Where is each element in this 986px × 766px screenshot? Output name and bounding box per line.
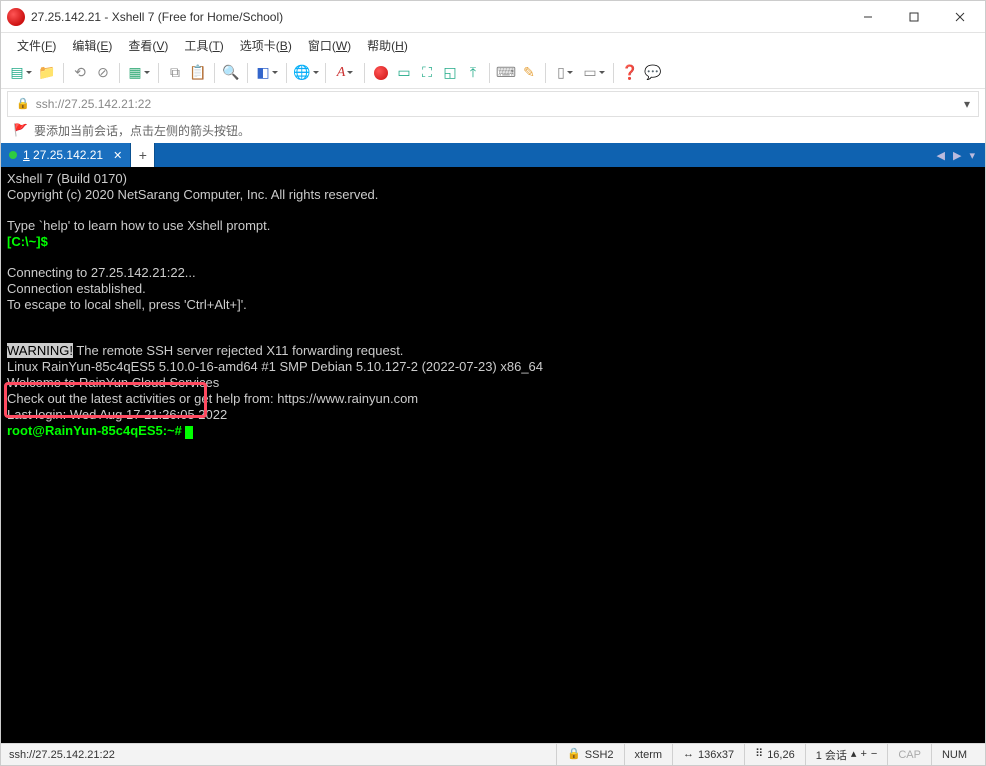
term-line: Linux RainYun-85c4qES5 5.10.0-16-amd64 #… <box>7 359 543 374</box>
term-line: Xshell 7 (Build 0170) <box>7 171 127 186</box>
term-warning: WARNING! <box>7 343 73 358</box>
disconnect-icon[interactable]: ⊘ <box>92 61 114 85</box>
term-remote-prompt: root@RainYun-85c4qES5:~# <box>7 423 185 438</box>
status-size: ↔ 136x37 <box>672 744 744 765</box>
menubar: 文件(F) 编辑(E) 查看(V) 工具(T) 选项卡(B) 窗口(W) 帮助(… <box>1 33 985 57</box>
toolbar-separator <box>489 63 490 83</box>
chat-icon[interactable]: 💬 <box>642 61 664 85</box>
status-term: xterm <box>624 744 673 765</box>
transparent-icon[interactable]: ◱ <box>439 61 461 85</box>
help-icon[interactable]: ❓ <box>619 61 641 85</box>
tile-vertical-icon[interactable]: ▭ <box>580 61 608 85</box>
add-tab-button[interactable]: + <box>131 143 155 167</box>
close-tab-icon[interactable]: ✕ <box>113 149 122 162</box>
tile-horizontal-icon[interactable]: ▯ <box>551 61 579 85</box>
address-bar[interactable]: 🔒 ssh://27.25.142.21:22 ▾ <box>7 91 979 117</box>
menu-help[interactable]: 帮助(H) <box>359 35 416 56</box>
hint-bar: 🚩 要添加当前会话，点击左侧的箭头按钮。 <box>1 117 985 143</box>
menu-view[interactable]: 查看(V) <box>120 35 176 56</box>
window-controls <box>845 1 983 33</box>
menu-edit[interactable]: 编辑(E) <box>64 35 120 56</box>
toolbar-separator <box>214 63 215 83</box>
copy-icon[interactable]: ⧉ <box>164 61 186 85</box>
cursor-block-icon <box>185 426 193 439</box>
color-scheme-icon[interactable]: ◧ <box>253 61 281 85</box>
xftp-icon[interactable]: ▭ <box>393 61 415 85</box>
toolbar-separator <box>286 63 287 83</box>
tab-spacer <box>155 143 926 167</box>
xshell-logo-icon[interactable] <box>370 61 392 85</box>
tab-prev-icon[interactable]: ◀ <box>933 149 949 162</box>
session-properties-icon[interactable]: ▦ <box>125 61 153 85</box>
lock-small-icon: 🔒 <box>567 749 581 760</box>
fullscreen-icon[interactable]: ⛶ <box>416 61 438 85</box>
terminal[interactable]: Xshell 7 (Build 0170) Copyright (c) 2020… <box>1 167 985 743</box>
tab-label: 27.25.142.21 <box>33 148 103 162</box>
maximize-button[interactable] <box>891 1 937 33</box>
toolbar-separator <box>119 63 120 83</box>
font-icon[interactable]: A <box>331 61 359 85</box>
status-cursor: ⠿ 16,26 <box>744 744 805 765</box>
term-line: To escape to local shell, press 'Ctrl+Al… <box>7 297 247 312</box>
statusbar: ssh://27.25.142.21:22 🔒SSH2 xterm ↔ 136x… <box>1 743 985 765</box>
menu-tabs[interactable]: 选项卡(B) <box>232 35 300 56</box>
term-line: Type `help' to learn how to use Xshell p… <box>7 218 270 233</box>
status-dot-icon <box>9 151 17 159</box>
close-button[interactable] <box>937 1 983 33</box>
menu-tools[interactable]: 工具(T) <box>176 35 231 56</box>
tab-list-dropdown-icon[interactable]: ▾ <box>965 149 979 162</box>
term-line: The remote SSH server rejected X11 forwa… <box>73 343 403 358</box>
new-session-icon[interactable]: ▤ <box>7 61 35 85</box>
sessions-up-icon: ▴ <box>851 749 857 760</box>
term-line: Connecting to 27.25.142.21:22... <box>7 265 196 280</box>
tab-nav: ◀ ▶ ▾ <box>927 143 985 167</box>
globe-icon[interactable]: 🌐 <box>292 61 320 85</box>
status-cap: CAP <box>887 744 931 765</box>
keyboard-icon[interactable]: ⌨ <box>495 61 517 85</box>
toolbar-separator <box>63 63 64 83</box>
sessions-plus-icon: + <box>860 749 866 760</box>
status-path: ssh://27.25.142.21:22 <box>9 744 556 765</box>
toolbar-separator <box>247 63 248 83</box>
open-folder-icon[interactable]: 📁 <box>36 61 58 85</box>
tab-index: 1 <box>23 148 30 162</box>
term-line: Copyright (c) 2020 NetSarang Computer, I… <box>7 187 378 202</box>
term-line: Connection established. <box>7 281 146 296</box>
lock-icon: 🔒 <box>16 99 30 110</box>
term-local-prompt: [C:\~]$ <box>7 234 48 249</box>
position-icon: ⠿ <box>755 749 763 760</box>
sessions-minus-icon: − <box>871 749 877 760</box>
find-icon[interactable]: 🔍 <box>220 61 242 85</box>
minimize-button[interactable] <box>845 1 891 33</box>
flag-icon: 🚩 <box>13 124 28 136</box>
window-title: 27.25.142.21 - Xshell 7 (Free for Home/S… <box>31 10 845 24</box>
always-top-icon[interactable]: ⤒ <box>462 61 484 85</box>
hint-text: 要添加当前会话，点击左侧的箭头按钮。 <box>34 122 250 139</box>
address-dropdown-icon[interactable]: ▾ <box>964 97 970 111</box>
highlighter-icon[interactable]: ✎ <box>518 61 540 85</box>
reconnect-icon[interactable]: ⟲ <box>69 61 91 85</box>
menu-file[interactable]: 文件(F) <box>9 35 64 56</box>
status-sessions[interactable]: 1 会话 ▴ + − <box>805 744 888 765</box>
toolbar-separator <box>364 63 365 83</box>
size-icon: ↔ <box>683 749 694 760</box>
paste-icon[interactable]: 📋 <box>187 61 209 85</box>
toolbar-separator <box>545 63 546 83</box>
session-tab[interactable]: 1 27.25.142.21 ✕ <box>1 143 131 167</box>
status-proto: 🔒SSH2 <box>556 744 623 765</box>
app-icon <box>7 8 25 26</box>
toolbar-separator <box>613 63 614 83</box>
titlebar: 27.25.142.21 - Xshell 7 (Free for Home/S… <box>1 1 985 33</box>
toolbar-separator <box>158 63 159 83</box>
toolbar-separator <box>325 63 326 83</box>
menu-window[interactable]: 窗口(W) <box>300 35 359 56</box>
tab-strip: 1 27.25.142.21 ✕ + ◀ ▶ ▾ <box>1 143 985 167</box>
tab-next-icon[interactable]: ▶ <box>949 149 965 162</box>
highlight-box <box>4 382 207 418</box>
toolbar: ▤ 📁 ⟲ ⊘ ▦ ⧉ 📋 🔍 ◧ 🌐 A ▭ ⛶ ◱ ⤒ ⌨ ✎ ▯ ▭ ❓ … <box>1 57 985 89</box>
address-text: ssh://27.25.142.21:22 <box>36 97 151 111</box>
status-num: NUM <box>931 744 977 765</box>
